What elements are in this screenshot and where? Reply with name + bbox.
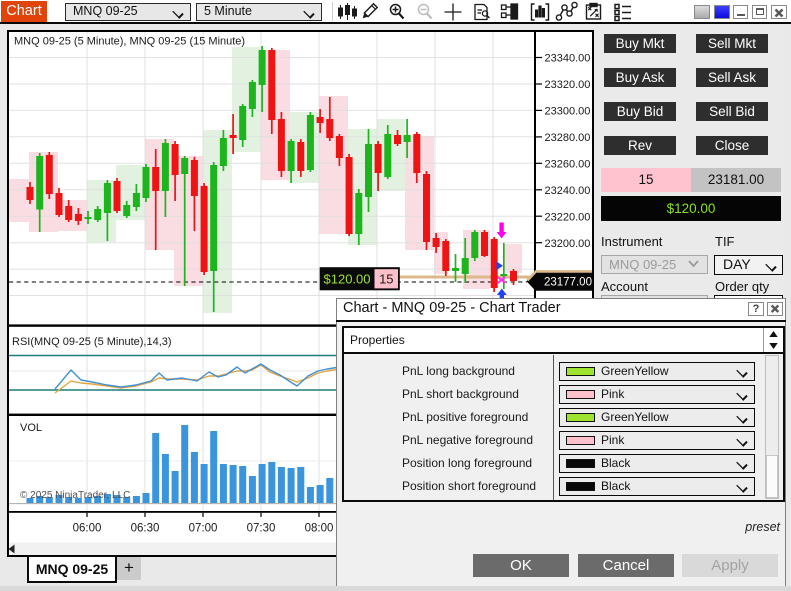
svg-text:$120.00: $120.00 — [324, 272, 371, 287]
svg-text:23220.00: 23220.00 — [545, 211, 591, 223]
svg-text:23300.00: 23300.00 — [545, 106, 591, 118]
svg-text:MNQ 09-25 (5 Minute), MNQ 09-2: MNQ 09-25 (5 Minute), MNQ 09-25 (15 Minu… — [14, 36, 245, 48]
svg-text:© 2025 NinjaTrader, LLC: © 2025 NinjaTrader, LLC — [20, 490, 130, 501]
svg-text:06:00: 06:00 — [73, 523, 102, 535]
svg-text:07:00: 07:00 — [189, 523, 218, 535]
svg-text:23260.00: 23260.00 — [545, 159, 591, 171]
svg-text:23240.00: 23240.00 — [545, 185, 591, 197]
svg-text:07:30: 07:30 — [247, 523, 276, 535]
svg-text:08:00: 08:00 — [305, 523, 334, 535]
svg-text:23340.00: 23340.00 — [545, 53, 591, 65]
svg-text:RSI(MNQ 09-25 (5 Minute),14,3): RSI(MNQ 09-25 (5 Minute),14,3) — [12, 336, 172, 348]
svg-text:23200.00: 23200.00 — [545, 238, 591, 250]
svg-text:06:30: 06:30 — [131, 523, 160, 535]
svg-text:23320.00: 23320.00 — [545, 79, 591, 91]
svg-text:23280.00: 23280.00 — [545, 132, 591, 144]
svg-text:VOL: VOL — [20, 422, 42, 434]
svg-text:15: 15 — [379, 272, 393, 287]
svg-text:23177.00: 23177.00 — [544, 277, 592, 289]
